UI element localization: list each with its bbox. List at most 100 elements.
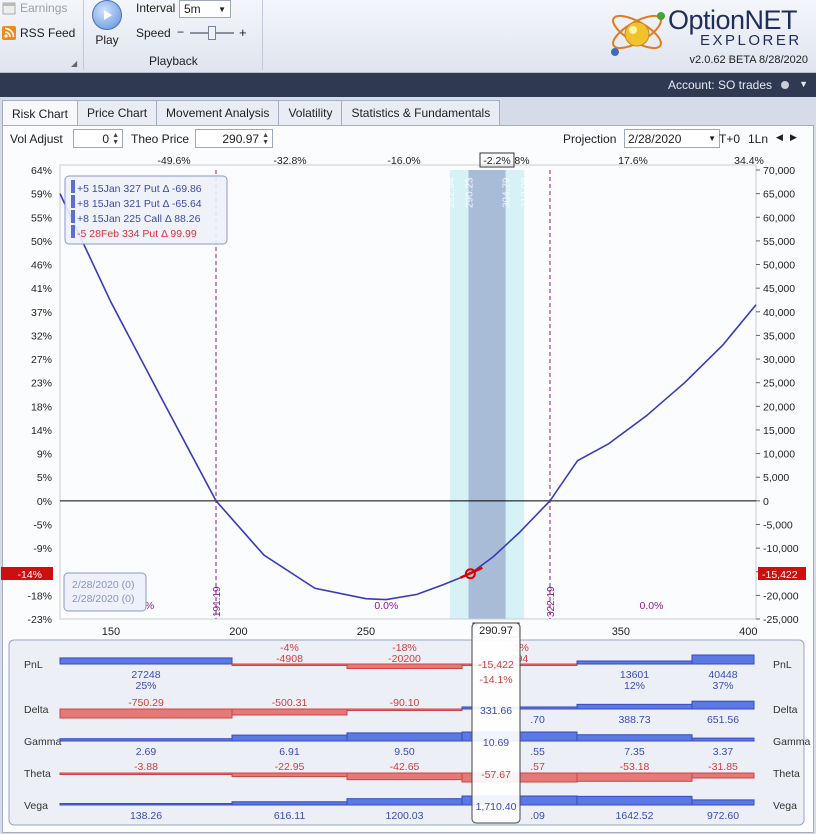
greek-row-name: Vega bbox=[24, 800, 48, 812]
risk-chart[interactable]: 282.94 290.23 304.79 312.08 191.19 322.19 64% 5… bbox=[0, 0, 816, 834]
y-tick-label-pct: 59% bbox=[31, 189, 52, 201]
greek-bar bbox=[59, 708, 233, 719]
greek-bar bbox=[576, 772, 693, 782]
y-tick-label-pct: 37% bbox=[31, 307, 52, 319]
greek-value: 7.35 bbox=[624, 746, 645, 758]
legend-item: +8 15Jan 225 Call Δ 88.26 bbox=[77, 213, 201, 225]
greek-value: 3.37 bbox=[713, 746, 734, 758]
x-tick-label: 150 bbox=[102, 626, 120, 638]
greek-bar bbox=[576, 795, 693, 806]
greek-bar bbox=[691, 700, 755, 710]
greek-bar bbox=[231, 734, 348, 742]
greek-value: 6.91 bbox=[279, 746, 300, 758]
greek-value: -750.29 bbox=[128, 697, 164, 709]
legend-marker bbox=[71, 225, 75, 238]
zone-probability-label: 0.0% bbox=[374, 600, 398, 612]
y-tick-label-pct: 5% bbox=[37, 472, 52, 484]
current-greek-value: 331.66 bbox=[480, 705, 512, 717]
greek-bar bbox=[59, 772, 233, 775]
legend-item: +8 15Jan 321 Put Δ -65.64 bbox=[77, 198, 202, 210]
greek-value: -53.18 bbox=[620, 761, 650, 773]
y-tick-label: 25,000 bbox=[763, 378, 795, 390]
std-band-inner bbox=[468, 170, 506, 619]
greek-value: -42.65 bbox=[390, 761, 420, 773]
current-greek-value: -15,422 bbox=[478, 659, 514, 671]
y-tick-label: 65,000 bbox=[763, 189, 795, 201]
legend-marker bbox=[71, 210, 75, 223]
std-line-label: 304.79 bbox=[502, 177, 513, 208]
y-tick-label: 30,000 bbox=[763, 354, 795, 366]
y-tick-label-pct: 50% bbox=[31, 236, 52, 248]
greek-bar bbox=[346, 708, 463, 711]
greek-row-name: Delta bbox=[24, 704, 49, 716]
greek-value: 972.60 bbox=[707, 810, 739, 822]
std-line-label: 290.23 bbox=[464, 177, 475, 208]
current-pnl-pct: -14.1% bbox=[479, 674, 512, 686]
greek-value: 651.56 bbox=[707, 714, 739, 726]
top-pct-tick-label: 8% bbox=[514, 155, 529, 167]
legend-item: +5 15Jan 327 Put Δ -69.86 bbox=[77, 183, 202, 195]
y-tick-label: 60,000 bbox=[763, 212, 795, 224]
greek-row-name-right: Vega bbox=[773, 800, 797, 812]
greek-value: -90.10 bbox=[390, 697, 420, 709]
y-tick-label: 45,000 bbox=[763, 283, 795, 295]
top-pct-tick-label: -32.8% bbox=[273, 155, 306, 167]
greek-row-name: Theta bbox=[24, 768, 51, 780]
y-tick-label-pct: 18% bbox=[31, 401, 52, 413]
legend-marker bbox=[71, 180, 75, 193]
y-tick-label-pct: 41% bbox=[31, 283, 52, 295]
y-tick-label: 20,000 bbox=[763, 401, 795, 413]
greek-bar bbox=[59, 657, 233, 665]
greek-sub-value: 12% bbox=[624, 680, 645, 692]
greek-row-name: PnL bbox=[24, 659, 43, 671]
greek-bar bbox=[576, 660, 693, 665]
greek-sub-value: -4% bbox=[280, 642, 299, 654]
current-greek-value: 10.69 bbox=[483, 737, 509, 749]
y-tick-label-pct: 23% bbox=[31, 378, 52, 390]
zone-probability-label: 0.0% bbox=[640, 600, 664, 612]
greek-row-name-right: PnL bbox=[773, 659, 792, 671]
greek-value: -3.88 bbox=[134, 761, 158, 773]
greek-value: -22.95 bbox=[275, 761, 305, 773]
y-tick-label: -10,000 bbox=[763, 543, 799, 555]
greek-value: -20200 bbox=[388, 653, 421, 665]
y-tick-label: 15,000 bbox=[763, 425, 795, 437]
top-pct-tick-label: 34.4% bbox=[734, 155, 764, 167]
pnl-curve bbox=[59, 193, 757, 601]
greek-bar bbox=[691, 772, 755, 779]
x-tick-label: 350 bbox=[612, 626, 630, 638]
y-tick-label-pct: 46% bbox=[31, 260, 52, 272]
greek-bar bbox=[59, 738, 233, 742]
greek-value: 138.26 bbox=[130, 810, 162, 822]
current-greek-value: -57.67 bbox=[481, 769, 511, 781]
dates-box-item: 2/28/2020 (0) bbox=[72, 593, 134, 605]
greek-value: 1642.52 bbox=[616, 810, 654, 822]
greek-value: .55 bbox=[530, 746, 545, 758]
greek-value: -500.31 bbox=[272, 697, 308, 709]
y-tick-label-pct: 27% bbox=[31, 354, 52, 366]
greek-row-name: Gamma bbox=[24, 736, 62, 748]
greek-bar bbox=[59, 803, 233, 806]
greek-bar bbox=[231, 772, 348, 778]
greek-value: .70 bbox=[530, 714, 545, 726]
y-tick-label: 35,000 bbox=[763, 330, 795, 342]
current-greeks-column bbox=[471, 622, 521, 824]
y-tick-label: 0 bbox=[763, 496, 769, 508]
y-tick-label: 10,000 bbox=[763, 449, 795, 461]
y-tick-label-pct: 0% bbox=[37, 496, 52, 508]
greek-value: .57 bbox=[530, 761, 545, 773]
std-line-label: 312.08 bbox=[520, 177, 531, 208]
greek-bar bbox=[346, 798, 463, 806]
std-line-label: 282.94 bbox=[446, 177, 457, 208]
greek-bar bbox=[231, 708, 348, 716]
y-tick-label: 55,000 bbox=[763, 236, 795, 248]
greek-bar bbox=[691, 799, 755, 806]
greek-bar bbox=[576, 703, 693, 710]
greek-bar bbox=[231, 801, 348, 806]
y-tick-label: -25,000 bbox=[763, 614, 799, 626]
legend-marker bbox=[71, 195, 75, 208]
y-tick-label: 5,000 bbox=[763, 472, 789, 484]
dates-box-item: 2/28/2020 (0) bbox=[72, 579, 134, 591]
breakeven-label: 191.19 bbox=[212, 586, 223, 617]
y-tick-label-pct: -23% bbox=[27, 614, 52, 626]
